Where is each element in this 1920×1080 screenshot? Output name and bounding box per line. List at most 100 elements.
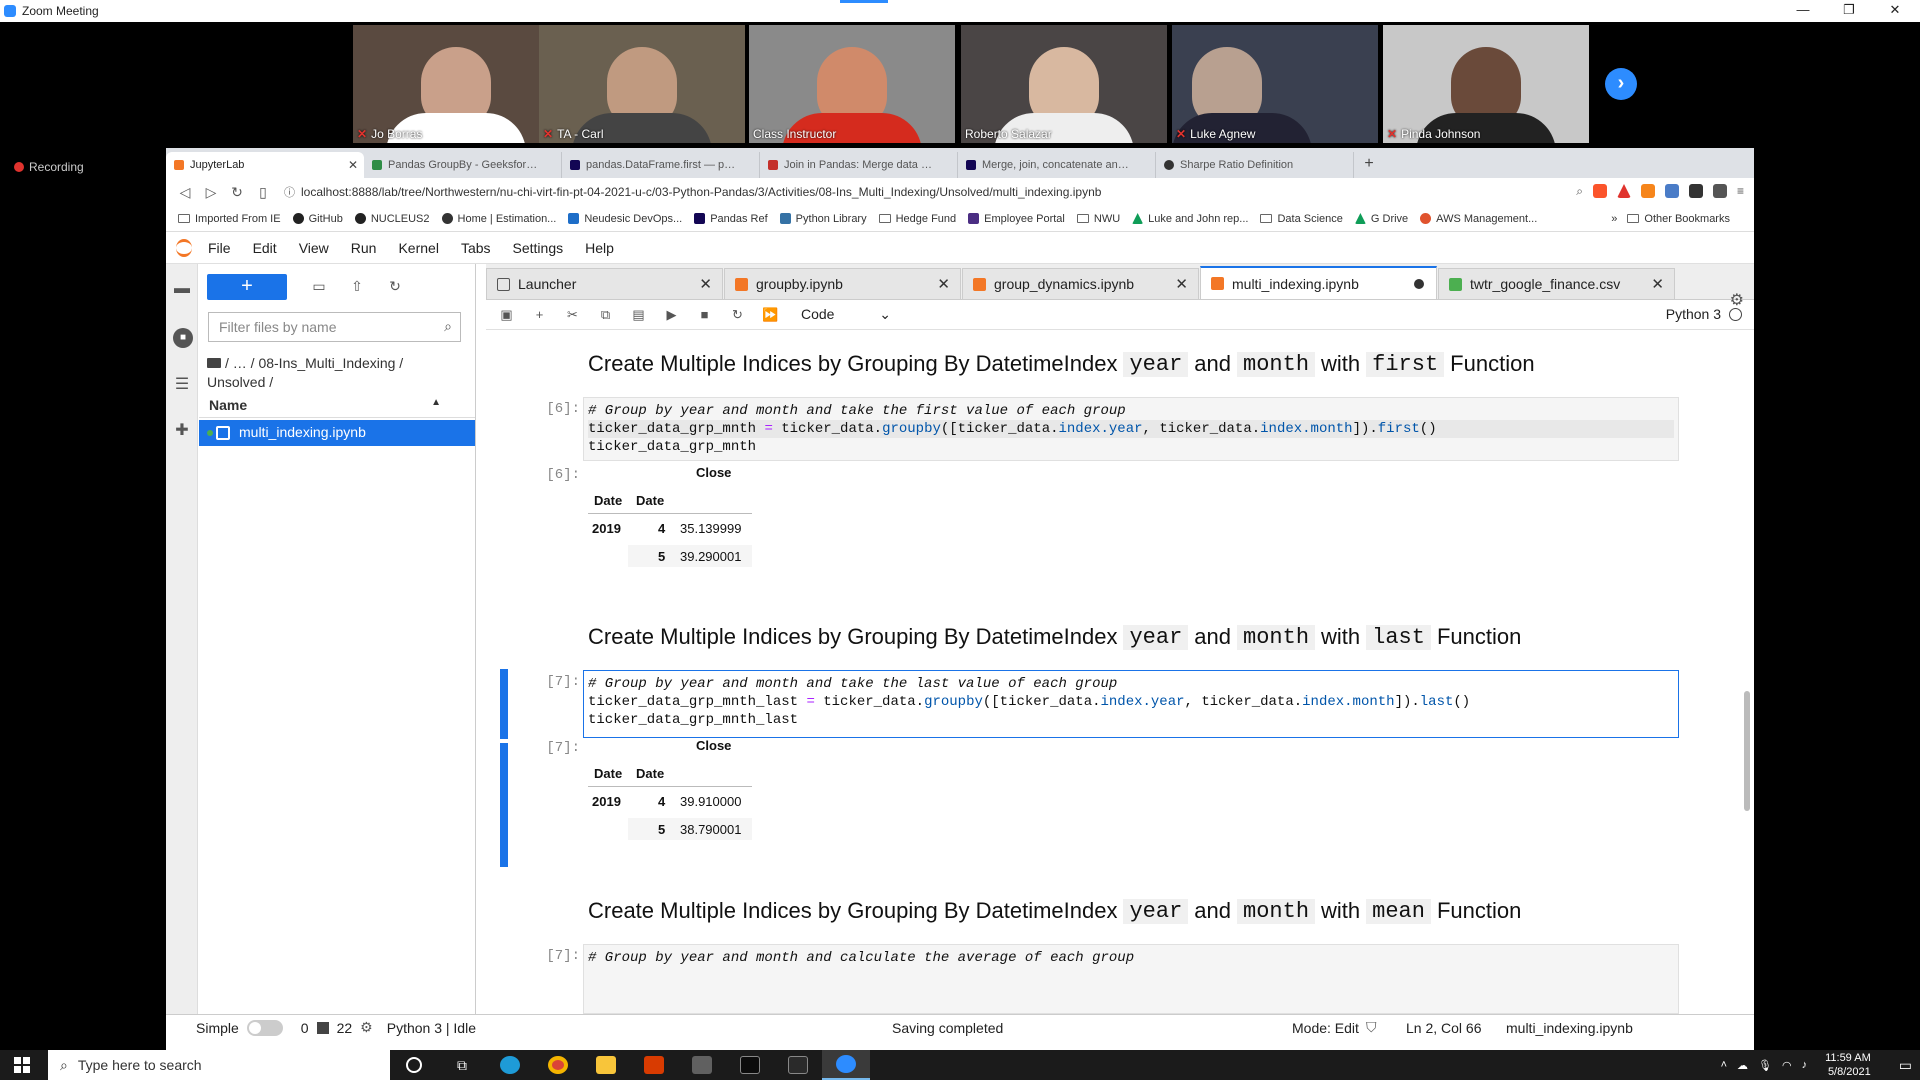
- microphone-icon[interactable]: 🎙: [1758, 1059, 1772, 1072]
- participant-tile-class-instructor[interactable]: Class Instructor: [749, 25, 955, 143]
- back-arrow-icon[interactable]: ◁: [172, 184, 198, 201]
- url-field[interactable]: ⓘ localhost:8888/lab/tree/Northwestern/n…: [284, 184, 1101, 200]
- notebook-scrollbar[interactable]: [1744, 691, 1750, 811]
- participant-tile-jo-borras[interactable]: ✕ Jo Borras: [353, 25, 559, 143]
- bookmark-item[interactable]: AWS Management...: [1420, 213, 1537, 225]
- run-icon[interactable]: ▶: [655, 307, 688, 323]
- menu-settings[interactable]: Settings: [513, 240, 564, 256]
- browser-tab-pandas-first[interactable]: pandas.DataFrame.first — pandas: [562, 152, 760, 178]
- windows-start-icon[interactable]: [14, 1057, 30, 1073]
- browser-tab-merge-join[interactable]: Merge, join, concatenate and comp: [958, 152, 1156, 178]
- browser-tab-jupyterlab[interactable]: JupyterLab ✕: [166, 152, 364, 178]
- menu-view[interactable]: View: [299, 240, 329, 256]
- cell-type-select[interactable]: Code ⌄: [801, 306, 891, 323]
- chevron-up-icon[interactable]: ˄: [1721, 1059, 1727, 1071]
- simple-mode-toggle[interactable]: [246, 1019, 283, 1036]
- code-cell-8[interactable]: # Group by year and month and calculate …: [583, 944, 1679, 1014]
- bookmark-item[interactable]: Home | Estimation...: [441, 213, 556, 225]
- task-view-icon[interactable]: ⧉: [438, 1050, 486, 1080]
- table-of-contents-icon[interactable]: ☰: [173, 374, 191, 393]
- bookmark-item[interactable]: Imported From IE: [178, 213, 281, 225]
- notifications-icon[interactable]: ▭: [1899, 1057, 1912, 1074]
- wifi-icon[interactable]: ◠: [1782, 1059, 1792, 1072]
- menu-help[interactable]: Help: [585, 240, 614, 256]
- close-tab-icon[interactable]: ✕: [937, 275, 950, 293]
- refresh-icon[interactable]: ↻: [385, 278, 405, 296]
- file-list-header[interactable]: Name ▲: [199, 392, 475, 418]
- participant-tile-ta-carl[interactable]: ✕ TA - Carl: [539, 25, 745, 143]
- taskbar-search-box[interactable]: ⌕ Type here to search: [48, 1050, 390, 1080]
- filter-files-input[interactable]: Filter files by name ⌕: [208, 312, 461, 342]
- new-tab-plus-icon[interactable]: +: [1354, 152, 1384, 178]
- breadcrumb[interactable]: / … / 08-Ins_Multi_Indexing / Unsolved /: [207, 354, 457, 392]
- running-kernels-icon[interactable]: ■: [173, 328, 193, 348]
- clock[interactable]: 11:59 AM 5/8/2021: [1825, 1051, 1871, 1079]
- kernel-status[interactable]: Python 3 | Idle: [387, 1020, 476, 1036]
- paste-icon[interactable]: ▤: [622, 307, 655, 323]
- puzzle-icon[interactable]: [1712, 184, 1727, 198]
- code-cell-7[interactable]: # Group by year and month and take the l…: [583, 670, 1679, 738]
- zoom-app-icon[interactable]: [822, 1050, 870, 1080]
- close-tab-icon[interactable]: ✕: [348, 158, 358, 172]
- onedrive-icon[interactable]: ☁: [1737, 1059, 1748, 1072]
- other-bookmarks[interactable]: Other Bookmarks: [1627, 213, 1730, 225]
- doc-tab-multi-indexing[interactable]: multi_indexing.ipynb: [1200, 266, 1437, 299]
- cortana-icon[interactable]: [390, 1050, 438, 1080]
- menu-edit[interactable]: Edit: [253, 240, 277, 256]
- menu-file[interactable]: File: [208, 240, 231, 256]
- reload-icon[interactable]: ↻: [224, 184, 250, 201]
- minimize-button[interactable]: —: [1780, 0, 1826, 22]
- bookmark-item[interactable]: Employee Portal: [968, 213, 1065, 225]
- upload-icon[interactable]: ⇧: [347, 278, 367, 296]
- bookmark-item[interactable]: Neudesic DevOps...: [568, 213, 682, 225]
- volume-icon[interactable]: ♪: [1802, 1059, 1808, 1071]
- bookmark-item[interactable]: NUCLEUS2: [354, 213, 430, 225]
- screen-ext-icon[interactable]: [1688, 184, 1703, 198]
- office-icon[interactable]: [630, 1050, 678, 1080]
- metamask-icon[interactable]: [1640, 184, 1655, 198]
- close-tab-icon[interactable]: ✕: [699, 275, 712, 293]
- file-row-selected[interactable]: multi_indexing.ipynb: [199, 420, 475, 446]
- next-participants-arrow-icon[interactable]: ›: [1605, 68, 1637, 100]
- copy-icon[interactable]: ⧉: [589, 307, 622, 323]
- chrome-icon[interactable]: [534, 1050, 582, 1080]
- bookmark-icon[interactable]: ▯: [250, 184, 276, 201]
- translate-ext-icon[interactable]: [1664, 184, 1679, 198]
- browser-tab-join-pandas[interactable]: Join in Pandas: Merge data frames: [760, 152, 958, 178]
- insert-cell-icon[interactable]: +: [523, 307, 556, 322]
- code-cell-6[interactable]: # Group by year and month and take the f…: [583, 397, 1679, 461]
- bookmark-item[interactable]: Pandas Ref: [694, 213, 768, 225]
- browser-tab-geeksforgeeks[interactable]: Pandas GroupBy - GeeksforGeeks: [364, 152, 562, 178]
- new-launcher-button[interactable]: +: [207, 274, 287, 300]
- save-icon[interactable]: ▣: [490, 307, 523, 323]
- bookmark-item[interactable]: Python Library: [779, 213, 867, 225]
- participant-tile-luke-agnew[interactable]: ✕ Luke Agnew: [1172, 25, 1378, 143]
- close-tab-icon[interactable]: ✕: [1651, 275, 1664, 293]
- zoom-lens-icon[interactable]: ⌕: [1576, 184, 1583, 199]
- close-tab-icon[interactable]: ✕: [1175, 275, 1188, 293]
- bookmark-item[interactable]: G Drive: [1354, 213, 1408, 225]
- menu-run[interactable]: Run: [351, 240, 377, 256]
- property-inspector-gear-icon[interactable]: ⚙: [1730, 290, 1744, 310]
- doc-tab-csv[interactable]: twtr_google_finance.csv ✕: [1438, 268, 1675, 299]
- bookmark-item[interactable]: NWU: [1076, 213, 1120, 225]
- menu-kernel[interactable]: Kernel: [398, 240, 438, 256]
- more-bookmarks-icon[interactable]: »: [1611, 213, 1617, 225]
- brave-shield-icon[interactable]: [1592, 184, 1607, 198]
- browser-menu-icon[interactable]: ≡: [1737, 184, 1744, 199]
- bookmark-item[interactable]: Data Science: [1260, 213, 1343, 225]
- bookmark-item[interactable]: Hedge Fund: [878, 213, 956, 225]
- restore-button[interactable]: ❐: [1826, 0, 1872, 22]
- terminal-icon[interactable]: [726, 1050, 774, 1080]
- calculator-icon[interactable]: [678, 1050, 726, 1080]
- forward-arrow-icon[interactable]: ▷: [198, 184, 224, 201]
- fast-forward-icon[interactable]: ⏩: [754, 307, 787, 323]
- doc-tab-groupby[interactable]: groupby.ipynb ✕: [724, 268, 961, 299]
- terminal-2-icon[interactable]: [774, 1050, 822, 1080]
- markdown-heading-last[interactable]: Create Multiple Indices by Grouping By D…: [588, 624, 1521, 650]
- bookmark-item[interactable]: GitHub: [292, 213, 343, 225]
- menu-tabs[interactable]: Tabs: [461, 240, 491, 256]
- cut-icon[interactable]: ✂: [556, 307, 589, 323]
- close-button[interactable]: ✕: [1872, 0, 1918, 22]
- doc-tab-launcher[interactable]: Launcher ✕: [486, 268, 723, 299]
